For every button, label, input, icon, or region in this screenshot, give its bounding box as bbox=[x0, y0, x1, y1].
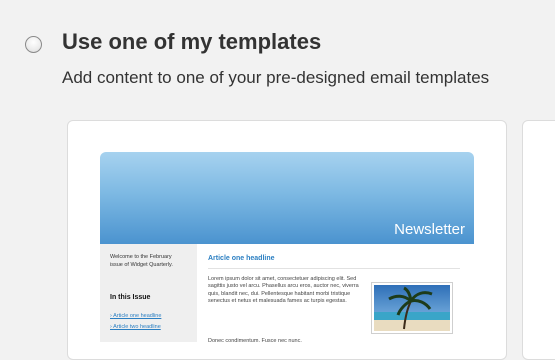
article-headline: Article one headline bbox=[208, 255, 275, 262]
beach-palm-photo bbox=[371, 282, 453, 334]
newsletter-header: Newsletter bbox=[100, 152, 474, 244]
newsletter-sidebar: Welcome to the February issue of Widget … bbox=[100, 244, 197, 342]
sidebar-link-1: › Article one headline bbox=[110, 313, 162, 319]
sidebar-in-this-issue: In this Issue bbox=[110, 294, 151, 301]
newsletter-title: Newsletter bbox=[394, 221, 465, 238]
option-title: Use one of my templates bbox=[62, 29, 322, 54]
article-divider bbox=[208, 268, 460, 269]
option-subtitle: Add content to one of your pre-designed … bbox=[62, 68, 490, 87]
sidebar-link-2: › Article two headline bbox=[110, 324, 161, 330]
sidebar-welcome-text: Welcome to the February issue of Widget … bbox=[110, 254, 173, 268]
template-card-next[interactable] bbox=[522, 120, 555, 360]
template-radio-button[interactable] bbox=[25, 36, 42, 53]
article-body-2: Donec condimentum. Fusce nec nunc. bbox=[208, 338, 302, 344]
article-body: Lorem ipsum dolor sit amet, consectetuer… bbox=[208, 276, 359, 305]
